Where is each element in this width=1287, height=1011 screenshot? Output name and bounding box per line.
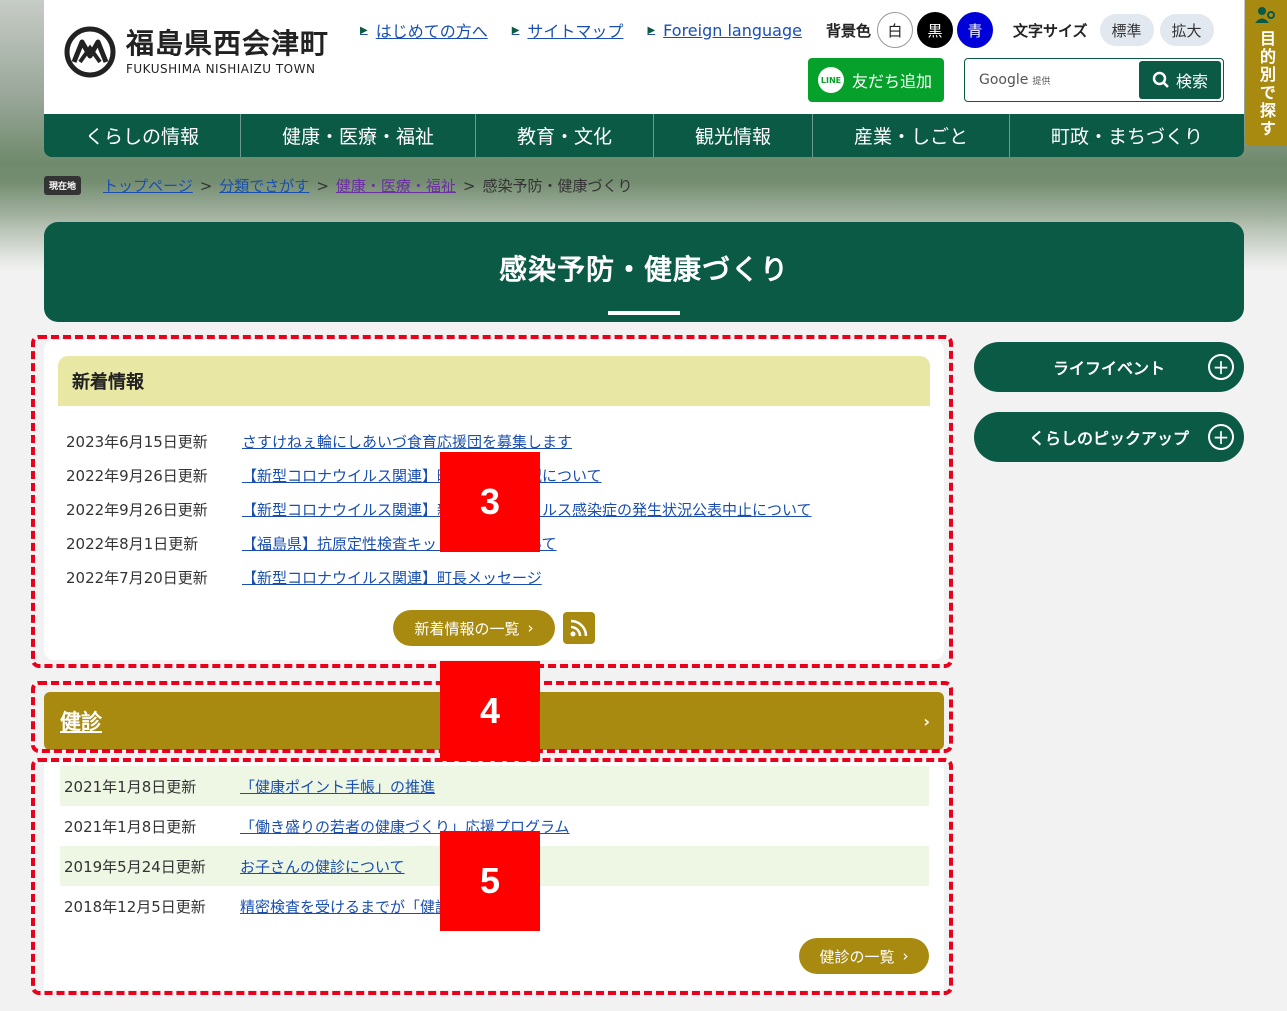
util-link-sitemap[interactable]: ▶ サイトマップ bbox=[512, 18, 624, 42]
util-link-beginners[interactable]: ▶ はじめての方へ bbox=[360, 18, 488, 42]
util-link-foreign-language[interactable]: ▶ Foreign language bbox=[647, 21, 802, 40]
triangle-right-icon: ▶ bbox=[647, 24, 656, 36]
google-label: Google bbox=[979, 72, 1029, 88]
triangle-right-icon: ▶ bbox=[511, 24, 520, 36]
fontsize-large-button[interactable]: 拡大 bbox=[1159, 14, 1214, 46]
fontsize-standard-button[interactable]: 標準 bbox=[1099, 14, 1154, 46]
bgcolor-blue-button[interactable]: 青 bbox=[956, 12, 993, 48]
bgcolor-white-button[interactable]: 白 bbox=[876, 12, 913, 48]
purpose-search-tab[interactable]: 目的別で探す bbox=[1245, 0, 1287, 146]
gnav-item-education[interactable]: 教育・文化 bbox=[476, 114, 654, 157]
gnav-item-government[interactable]: 町政・まちづくり bbox=[1010, 114, 1244, 157]
search-button[interactable]: 検索 bbox=[1139, 61, 1221, 99]
triangle-right-icon: ▶ bbox=[360, 24, 368, 36]
search-input[interactable]: Google 提供 bbox=[967, 61, 1139, 99]
site-name-en: FUKUSHIMA NISHIAIZU TOWN bbox=[126, 62, 316, 76]
site-logo[interactable]: 福島県西会津町 FUKUSHIMA NISHIAIZU TOWN bbox=[64, 26, 329, 78]
line-add-friend-button[interactable]: LINE 友だち追加 bbox=[808, 58, 944, 102]
line-add-friend-label: 友だち追加 bbox=[852, 72, 933, 91]
page-title: 感染予防・健康づくり bbox=[498, 253, 789, 286]
life-event-button[interactable]: ライフイベント + bbox=[974, 342, 1244, 392]
annotation-marker-3: 3 bbox=[440, 452, 540, 552]
breadcrumb-health[interactable]: 健康・医療・福祉 bbox=[336, 175, 456, 196]
bgcolor-black-button[interactable]: 黒 bbox=[916, 12, 953, 48]
breadcrumb-separator: > bbox=[316, 176, 329, 195]
page-title-banner: 感染予防・健康づくり bbox=[44, 222, 1244, 322]
plus-circle-icon: + bbox=[1208, 354, 1234, 380]
town-emblem-icon bbox=[64, 26, 116, 78]
google-provided-label: 提供 bbox=[1032, 76, 1051, 87]
breadcrumb-separator: > bbox=[462, 176, 476, 195]
breadcrumb-separator: > bbox=[199, 176, 213, 195]
title-underline bbox=[608, 311, 680, 315]
fontsize-label: 文字サイズ bbox=[1012, 21, 1088, 40]
plus-circle-icon: + bbox=[1208, 424, 1234, 450]
utility-bar: ▶ はじめての方へ ▶ サイトマップ ▶ Foreign language 背景色 白… bbox=[360, 12, 1214, 48]
site-name-jp: 福島県西会津町 bbox=[126, 27, 330, 60]
site-header: 福島県西会津町 FUKUSHIMA NISHIAIZU TOWN ▶ はじめての方… bbox=[44, 0, 1244, 114]
search-icon bbox=[1152, 71, 1169, 88]
purpose-search-label: 目的別で探す bbox=[1257, 30, 1276, 138]
breadcrumb-top[interactable]: トップページ bbox=[103, 175, 193, 196]
bgcolor-label: 背景色 bbox=[825, 21, 871, 40]
site-search: Google 提供 検索 bbox=[964, 58, 1224, 102]
line-icon: LINE bbox=[818, 67, 844, 93]
breadcrumb-category[interactable]: 分類でさがす bbox=[219, 175, 309, 196]
person-search-icon bbox=[1255, 7, 1275, 23]
living-pickup-button[interactable]: くらしのピックアップ + bbox=[974, 412, 1244, 462]
gnav-item-industry[interactable]: 産業・しごと bbox=[813, 114, 1010, 157]
breadcrumb: 現在地 トップページ > 分類でさがす > 健康・医療・福祉 > 感染予防・健康… bbox=[44, 175, 633, 196]
annotation-marker-5: 5 bbox=[440, 831, 540, 931]
gnav-item-living[interactable]: くらしの情報 bbox=[44, 114, 241, 157]
global-nav: くらしの情報 健康・医療・福祉 教育・文化 観光情報 産業・しごと 町政・まちづ… bbox=[44, 114, 1244, 157]
breadcrumb-current: 感染予防・健康づくり bbox=[482, 177, 633, 195]
gnav-item-tourism[interactable]: 観光情報 bbox=[654, 114, 813, 157]
gnav-item-health[interactable]: 健康・医療・福祉 bbox=[241, 114, 476, 157]
breadcrumb-here-badge: 現在地 bbox=[44, 176, 82, 195]
annotation-marker-4: 4 bbox=[440, 661, 540, 761]
